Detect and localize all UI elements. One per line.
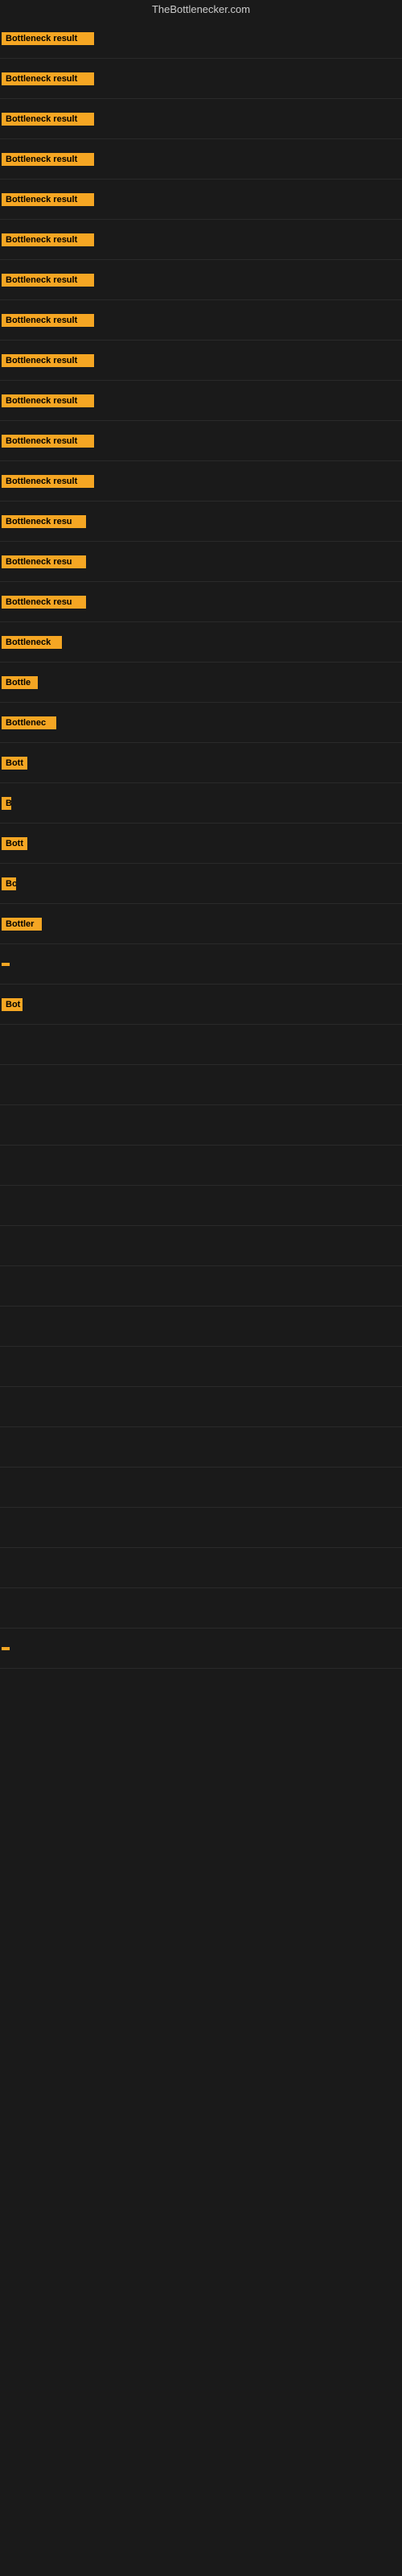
bottleneck-badge: Bottleneck result xyxy=(2,153,94,166)
bottleneck-badge: Bottleneck xyxy=(2,636,62,649)
table-row xyxy=(0,1186,402,1226)
bottleneck-badge: Bottleneck result xyxy=(2,314,94,327)
bottleneck-badge: Bottleneck result xyxy=(2,233,94,246)
table-row: Bottleneck result xyxy=(0,260,402,300)
bottleneck-badge: Bottle xyxy=(2,676,38,689)
bottleneck-badge: Bottleneck resu xyxy=(2,596,86,609)
table-row: Bottleneck result xyxy=(0,421,402,461)
table-row: Bottleneck result xyxy=(0,220,402,260)
table-row: Bottleneck result xyxy=(0,381,402,421)
bottleneck-badge: Bottleneck result xyxy=(2,475,94,488)
table-row xyxy=(0,1307,402,1347)
bottleneck-badge xyxy=(2,963,10,966)
bottleneck-badge: Bottleneck result xyxy=(2,435,94,448)
bottleneck-badge: Bottleneck resu xyxy=(2,555,86,568)
table-row xyxy=(0,1146,402,1186)
table-row xyxy=(0,1347,402,1387)
bottleneck-badge: Bo xyxy=(2,877,16,890)
bottleneck-badge: Bottleneck result xyxy=(2,193,94,206)
table-row xyxy=(0,1226,402,1266)
bottleneck-badge: Bottleneck result xyxy=(2,113,94,126)
table-row xyxy=(0,944,402,985)
table-row: Bottleneck resu xyxy=(0,502,402,542)
table-row: Bottleneck result xyxy=(0,19,402,59)
table-row: Bottleneck result xyxy=(0,99,402,139)
table-row xyxy=(0,1266,402,1307)
table-row xyxy=(0,1548,402,1588)
bottleneck-badge: Bottleneck result xyxy=(2,274,94,287)
table-row: Bottleneck resu xyxy=(0,582,402,622)
table-row xyxy=(0,1427,402,1468)
table-row: Bottleneck xyxy=(0,622,402,663)
bottleneck-badge: Bot xyxy=(2,998,23,1011)
table-row: B xyxy=(0,783,402,824)
bottleneck-badge: Bottleneck result xyxy=(2,354,94,367)
table-row: Bottleneck result xyxy=(0,461,402,502)
bottleneck-badge: Bott xyxy=(2,837,27,850)
table-row xyxy=(0,1105,402,1146)
table-row: Bottle xyxy=(0,663,402,703)
table-row xyxy=(0,1065,402,1105)
bottleneck-badge: Bottleneck result xyxy=(2,394,94,407)
table-row xyxy=(0,1588,402,1629)
table-row xyxy=(0,1387,402,1427)
table-row: Bottleneck result xyxy=(0,180,402,220)
table-row xyxy=(0,1025,402,1065)
table-row: Bottleneck result xyxy=(0,139,402,180)
table-row: Bot xyxy=(0,985,402,1025)
table-row: Bottleneck result xyxy=(0,341,402,381)
bottleneck-badge: Bottlenec xyxy=(2,716,56,729)
table-row: Bott xyxy=(0,743,402,783)
table-row: Bott xyxy=(0,824,402,864)
bottleneck-badge xyxy=(2,1647,10,1650)
bottleneck-badge: Bottleneck result xyxy=(2,72,94,85)
table-row xyxy=(0,1468,402,1508)
table-row: Bottleneck result xyxy=(0,300,402,341)
table-row xyxy=(0,1629,402,1669)
bottleneck-badge: B xyxy=(2,797,11,810)
table-row xyxy=(0,1508,402,1548)
bottleneck-badge: Bottler xyxy=(2,918,42,931)
bottleneck-badge: Bottleneck resu xyxy=(2,515,86,528)
table-row: Bottleneck resu xyxy=(0,542,402,582)
table-row: Bottlenec xyxy=(0,703,402,743)
table-row: Bottleneck result xyxy=(0,59,402,99)
bottleneck-badge: Bottleneck result xyxy=(2,32,94,45)
site-title: TheBottlenecker.com xyxy=(0,0,402,19)
bottleneck-badge: Bott xyxy=(2,757,27,770)
table-row: Bottler xyxy=(0,904,402,944)
table-row: Bo xyxy=(0,864,402,904)
